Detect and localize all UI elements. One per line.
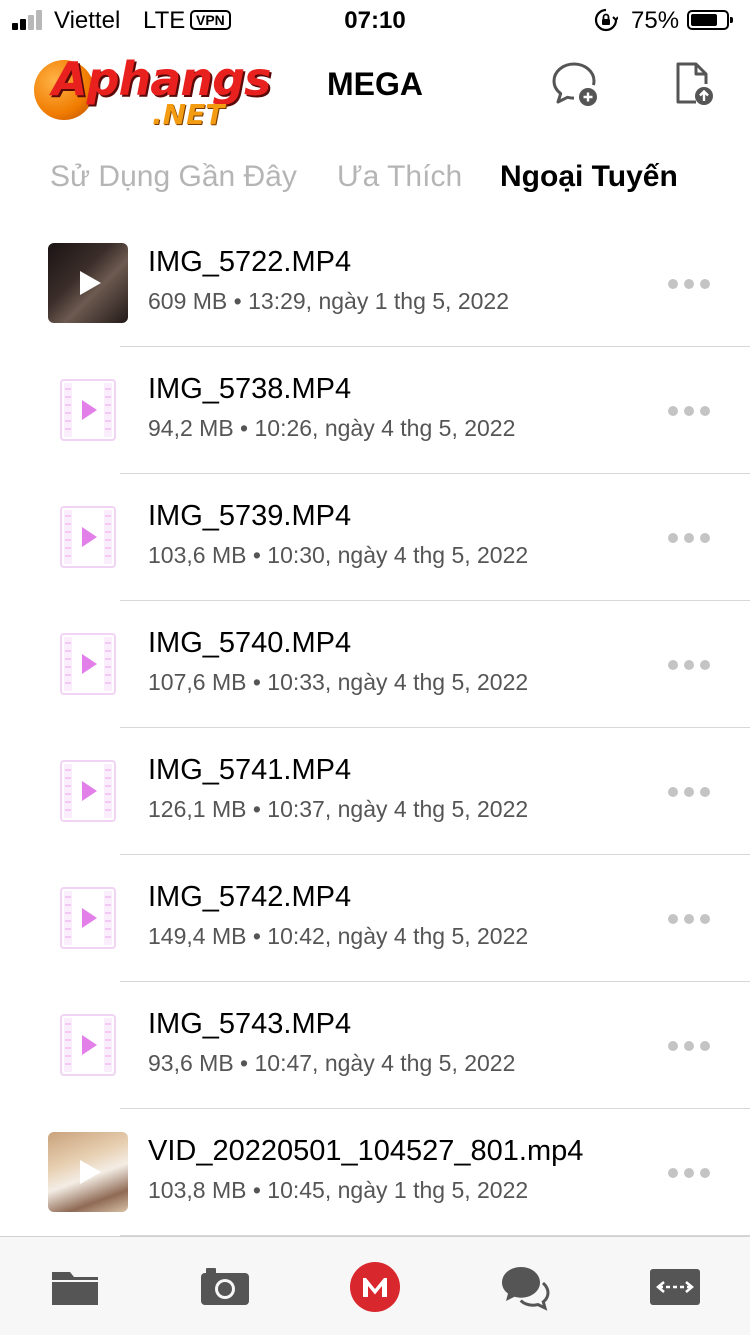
file-size: 103,6 MB — [148, 542, 247, 568]
section-tabs: Sử Dụng Gần Đây Ưa Thích Ngoại Tuyến — [0, 160, 750, 210]
file-row[interactable]: IMG_5743.MP4 93,6 MB • 10:47, ngày 4 thg … — [0, 982, 750, 1109]
file-row[interactable]: VID_20220501_104527_801.mp4 103,8 MB • 10… — [0, 1109, 750, 1236]
mega-home-icon[interactable] — [349, 1261, 401, 1313]
file-meta: 126,1 MB • 10:37, ngày 4 thg 5, 2022 — [148, 796, 528, 823]
file-name: IMG_5741.MP4 — [148, 754, 352, 786]
meta-separator: • — [252, 796, 261, 822]
file-name: IMG_5738.MP4 — [148, 373, 352, 405]
new-chat-icon[interactable] — [548, 58, 600, 110]
file-name: IMG_5722.MP4 — [148, 246, 352, 278]
file-size: 94,2 MB — [148, 415, 234, 441]
battery-percent: 75% — [631, 7, 680, 34]
rotation-lock-icon — [594, 8, 618, 32]
file-size: 149,4 MB — [148, 923, 247, 949]
tab-offline[interactable]: Ngoại Tuyến — [500, 160, 678, 194]
cloud-drive-icon[interactable] — [49, 1261, 101, 1313]
file-meta: 94,2 MB • 10:26, ngày 4 thg 5, 2022 — [148, 415, 515, 442]
more-options-icon[interactable] — [668, 1041, 710, 1051]
more-options-icon[interactable] — [668, 1168, 710, 1178]
meta-separator: • — [240, 415, 249, 441]
video-file-icon — [60, 887, 116, 949]
file-meta: 149,4 MB • 10:42, ngày 4 thg 5, 2022 — [148, 923, 528, 950]
more-options-icon[interactable] — [668, 406, 710, 416]
file-date: 10:30, ngày 4 thg 5, 2022 — [267, 542, 529, 568]
more-options-icon[interactable] — [668, 787, 710, 797]
file-size: 609 MB — [148, 288, 228, 314]
file-size: 107,6 MB — [148, 669, 247, 695]
meta-separator: • — [240, 1050, 249, 1076]
more-options-icon[interactable] — [668, 279, 710, 289]
play-icon — [80, 271, 101, 295]
video-thumbnail-photo — [48, 1132, 128, 1212]
file-date: 10:42, ngày 4 thg 5, 2022 — [267, 923, 529, 949]
meta-separator: • — [252, 923, 261, 949]
more-options-icon[interactable] — [668, 533, 710, 543]
file-name: IMG_5742.MP4 — [148, 881, 352, 913]
file-row[interactable]: IMG_5740.MP4 107,6 MB • 10:33, ngày 4 thg… — [0, 601, 750, 728]
file-name: IMG_5739.MP4 — [148, 500, 352, 532]
camera-uploads-icon[interactable] — [199, 1261, 251, 1313]
file-name: VID_20220501_104527_801.mp4 — [148, 1135, 584, 1167]
file-date: 10:37, ngày 4 thg 5, 2022 — [267, 796, 529, 822]
file-date: 13:29, ngày 1 thg 5, 2022 — [248, 288, 509, 314]
video-file-icon — [60, 506, 116, 568]
more-options-icon[interactable] — [668, 660, 710, 670]
meta-separator: • — [252, 1177, 261, 1203]
file-meta: 103,6 MB • 10:30, ngày 4 thg 5, 2022 — [148, 542, 528, 569]
meta-separator: • — [252, 669, 261, 695]
video-file-icon — [60, 633, 116, 695]
upload-file-icon[interactable] — [668, 58, 720, 110]
file-name: IMG_5740.MP4 — [148, 627, 352, 659]
meta-separator: • — [233, 288, 242, 314]
page-title: MEGA — [327, 66, 423, 102]
file-date: 10:45, ngày 1 thg 5, 2022 — [267, 1177, 529, 1203]
video-file-icon — [60, 379, 116, 441]
file-row[interactable]: IMG_5741.MP4 126,1 MB • 10:37, ngày 4 thg… — [0, 728, 750, 855]
file-row[interactable]: IMG_5738.MP4 94,2 MB • 10:26, ngày 4 thg … — [0, 347, 750, 474]
meta-separator: • — [252, 542, 261, 568]
play-icon — [80, 1160, 101, 1184]
chat-icon[interactable] — [499, 1261, 551, 1313]
bottom-tab-bar — [0, 1236, 750, 1335]
file-size: 126,1 MB — [148, 796, 247, 822]
video-file-icon — [60, 760, 116, 822]
file-size: 103,8 MB — [148, 1177, 247, 1203]
file-row[interactable]: IMG_5742.MP4 149,4 MB • 10:42, ngày 4 thg… — [0, 855, 750, 982]
file-meta: 609 MB • 13:29, ngày 1 thg 5, 2022 — [148, 288, 509, 315]
file-meta: 103,8 MB • 10:45, ngày 1 thg 5, 2022 — [148, 1177, 528, 1204]
file-date: 10:26, ngày 4 thg 5, 2022 — [254, 415, 516, 441]
tab-favourites[interactable]: Ưa Thích — [337, 160, 462, 194]
file-meta: 107,6 MB • 10:33, ngày 4 thg 5, 2022 — [148, 669, 528, 696]
tab-recents[interactable]: Sử Dụng Gần Đây — [50, 160, 297, 194]
file-meta: 93,6 MB • 10:47, ngày 4 thg 5, 2022 — [148, 1050, 515, 1077]
video-file-icon — [60, 1014, 116, 1076]
file-date: 10:33, ngày 4 thg 5, 2022 — [267, 669, 529, 695]
file-name: IMG_5743.MP4 — [148, 1008, 352, 1040]
more-options-icon[interactable] — [668, 914, 710, 924]
battery-icon — [687, 10, 733, 30]
file-row[interactable]: IMG_5722.MP4 609 MB • 13:29, ngày 1 thg 5… — [0, 220, 750, 347]
file-row[interactable]: IMG_5739.MP4 103,6 MB • 10:30, ngày 4 thg… — [0, 474, 750, 601]
status-bar: Viettel LTE VPN 07:10 75% — [0, 0, 750, 40]
file-size: 93,6 MB — [148, 1050, 234, 1076]
transfers-icon[interactable] — [649, 1261, 701, 1313]
video-thumbnail-dark — [48, 243, 128, 323]
file-date: 10:47, ngày 4 thg 5, 2022 — [254, 1050, 516, 1076]
